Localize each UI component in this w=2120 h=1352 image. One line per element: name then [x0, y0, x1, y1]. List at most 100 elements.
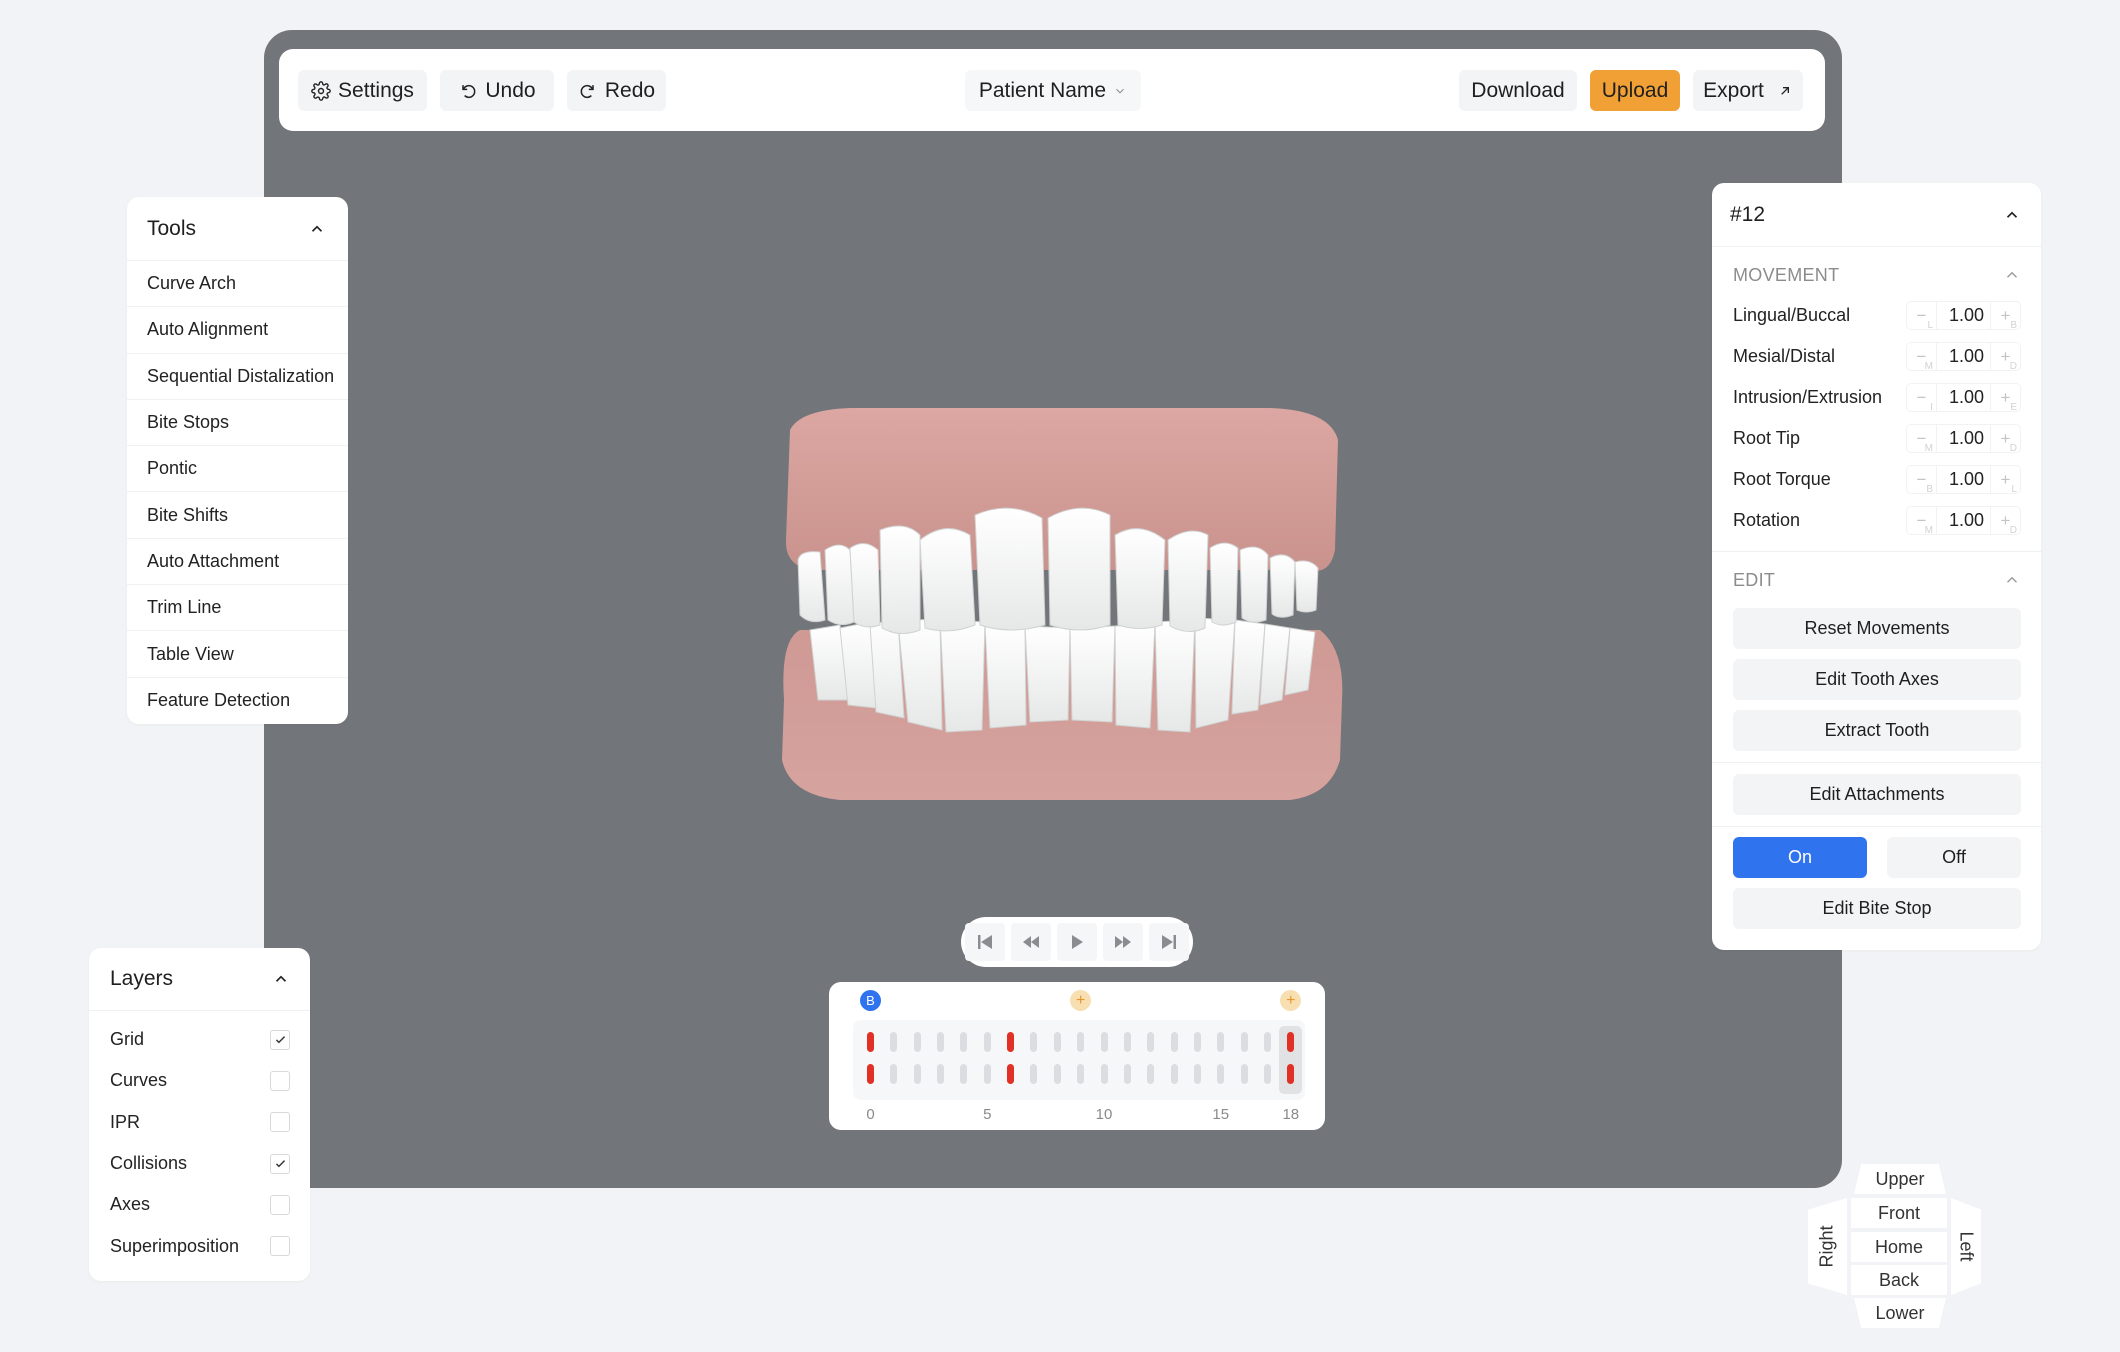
layer-checkbox-superimposition[interactable] — [270, 1236, 290, 1257]
movement-value-input[interactable]: 1.00 — [1937, 343, 1990, 370]
chevron-up-icon[interactable] — [2003, 571, 2021, 589]
chevron-up-icon[interactable] — [2003, 206, 2021, 224]
chevron-up-icon[interactable] — [2003, 266, 2021, 284]
decrement-button[interactable]: − B — [1907, 466, 1937, 495]
view-upper-button[interactable]: Upper — [1854, 1164, 1946, 1194]
rewind-button[interactable] — [1011, 923, 1051, 961]
skip-to-end-button[interactable] — [1149, 923, 1189, 961]
timeline-step[interactable] — [1046, 1020, 1069, 1100]
layer-row-axes[interactable]: Axes — [89, 1184, 310, 1225]
timeline-step[interactable] — [906, 1020, 929, 1100]
timeline-step[interactable] — [1022, 1020, 1045, 1100]
timeline-step[interactable] — [1139, 1020, 1162, 1100]
movement-value-input[interactable]: 1.00 — [1937, 425, 1990, 452]
movement-value-input[interactable]: 1.00 — [1937, 466, 1990, 493]
layer-row-curves[interactable]: Curves — [89, 1060, 310, 1101]
increment-button[interactable]: + L — [1990, 466, 2020, 495]
tool-item-sequential-distalization[interactable]: Sequential Distalization — [127, 354, 348, 400]
skip-to-start-button[interactable] — [965, 923, 1005, 961]
movement-value-input[interactable]: 1.00 — [1937, 302, 1990, 329]
tool-item-feature-detection[interactable]: Feature Detection — [127, 678, 348, 724]
view-back-button[interactable]: Back — [1851, 1265, 1947, 1295]
layers-panel-header[interactable]: Layers — [89, 948, 310, 1011]
edit-section-header[interactable]: EDIT — [1712, 552, 2041, 608]
layer-checkbox-collisions[interactable] — [270, 1153, 290, 1174]
undo-button[interactable]: Undo — [440, 70, 554, 111]
decrement-button[interactable]: − L — [1907, 302, 1937, 331]
timeline-step[interactable] — [952, 1020, 975, 1100]
tools-panel-header[interactable]: Tools — [127, 197, 348, 261]
tool-item-auto-attachment[interactable]: Auto Attachment — [127, 539, 348, 586]
movement-value-input[interactable]: 1.00 — [1937, 507, 1990, 534]
bite-stop-on-button[interactable]: On — [1733, 837, 1867, 878]
tool-item-pontic[interactable]: Pontic — [127, 446, 348, 493]
decrement-button[interactable]: − I — [1907, 384, 1937, 413]
settings-button[interactable]: Settings — [298, 70, 427, 111]
increment-button[interactable]: + D — [1990, 343, 2020, 372]
timeline-step[interactable] — [1279, 1026, 1303, 1094]
fast-forward-button[interactable] — [1103, 923, 1143, 961]
layer-checkbox-curves[interactable] — [270, 1070, 290, 1091]
upload-button[interactable]: Upload — [1590, 70, 1680, 111]
layer-row-collisions[interactable]: Collisions — [89, 1143, 310, 1184]
layer-row-grid[interactable]: Grid — [89, 1019, 310, 1060]
tooth-panel-header[interactable]: #12 — [1712, 183, 2041, 247]
chevron-up-icon[interactable] — [272, 970, 290, 988]
edit-tooth-axes-button[interactable]: Edit Tooth Axes — [1733, 659, 2021, 700]
edit-attachments-button[interactable]: Edit Attachments — [1733, 774, 2021, 815]
layer-row-ipr[interactable]: IPR — [89, 1102, 310, 1143]
export-button[interactable]: Export — [1693, 70, 1803, 111]
tool-item-bite-shifts[interactable]: Bite Shifts — [127, 492, 348, 539]
decrement-button[interactable]: − M — [1907, 425, 1937, 454]
add-stage-marker[interactable]: + — [1280, 990, 1302, 1011]
add-stage-marker[interactable]: + — [1070, 990, 1092, 1011]
layer-row-superimposition[interactable]: Superimposition — [89, 1225, 310, 1266]
timeline-step[interactable] — [976, 1020, 999, 1100]
timeline-step[interactable] — [859, 1020, 882, 1100]
view-front-button[interactable]: Front — [1851, 1198, 1947, 1228]
timeline-step[interactable] — [1069, 1020, 1092, 1100]
base-stage-marker[interactable]: B — [860, 990, 881, 1011]
chevron-up-icon[interactable] — [308, 220, 326, 238]
timeline-step[interactable] — [1093, 1020, 1116, 1100]
play-button[interactable] — [1057, 923, 1097, 961]
download-button[interactable]: Download — [1459, 70, 1577, 111]
bite-stop-off-button[interactable]: Off — [1887, 837, 2021, 878]
export-label: Export — [1703, 78, 1764, 102]
view-lower-button[interactable]: Lower — [1854, 1298, 1946, 1328]
timeline-step[interactable] — [1186, 1020, 1209, 1100]
timeline-step[interactable] — [1163, 1020, 1186, 1100]
tool-item-table-view[interactable]: Table View — [127, 631, 348, 678]
increment-button[interactable]: + D — [1990, 507, 2020, 536]
layer-checkbox-grid[interactable] — [270, 1029, 290, 1050]
increment-button[interactable]: + B — [1990, 302, 2020, 331]
timeline-step[interactable] — [1256, 1020, 1279, 1100]
tool-item-bite-stops[interactable]: Bite Stops — [127, 400, 348, 447]
movement-value-input[interactable]: 1.00 — [1937, 384, 1990, 411]
tool-item-auto-alignment[interactable]: Auto Alignment — [127, 307, 348, 354]
layer-checkbox-axes[interactable] — [270, 1194, 290, 1215]
tool-item-trim-line[interactable]: Trim Line — [127, 585, 348, 632]
layer-label: IPR — [110, 1111, 141, 1132]
tool-item-curve-arch[interactable]: Curve Arch — [127, 261, 348, 308]
timeline-step[interactable] — [882, 1020, 905, 1100]
timeline-step[interactable] — [1233, 1020, 1256, 1100]
increment-button[interactable]: + E — [1990, 384, 2020, 413]
increment-button[interactable]: + D — [1990, 425, 2020, 454]
timeline-step[interactable] — [1116, 1020, 1139, 1100]
view-right-button[interactable]: Right — [1808, 1198, 1847, 1295]
extract-tooth-button[interactable]: Extract Tooth — [1733, 710, 2021, 751]
layer-checkbox-ipr[interactable] — [270, 1112, 290, 1133]
edit-bite-stop-button[interactable]: Edit Bite Stop — [1733, 888, 2021, 929]
decrement-button[interactable]: − M — [1907, 343, 1937, 372]
dental-model[interactable] — [770, 400, 1350, 820]
timeline-step[interactable] — [929, 1020, 952, 1100]
timeline-step[interactable] — [1209, 1020, 1232, 1100]
decrement-button[interactable]: − M — [1907, 507, 1937, 536]
timeline-step[interactable] — [999, 1020, 1022, 1100]
reset-movements-button[interactable]: Reset Movements — [1733, 608, 2021, 649]
patient-name-dropdown[interactable]: Patient Name — [965, 70, 1141, 111]
redo-button[interactable]: Redo — [567, 70, 666, 111]
view-home-button[interactable]: Home — [1851, 1232, 1947, 1262]
view-left-button[interactable]: Left — [1951, 1198, 1981, 1295]
